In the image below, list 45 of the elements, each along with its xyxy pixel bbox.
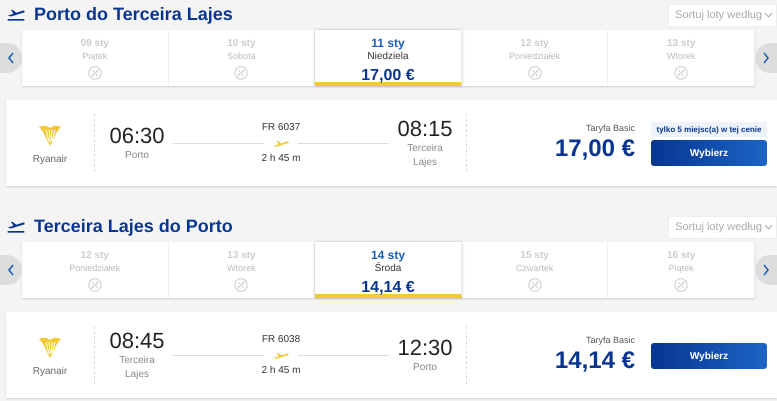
no-flight-icon (528, 278, 542, 292)
next-button[interactable] (755, 43, 777, 73)
arrival-city: Terceira Lajes (406, 142, 444, 170)
flight-number: FR 6038 (262, 334, 300, 345)
no-flight-icon (234, 66, 248, 80)
no-flight-icon (88, 66, 102, 80)
previous-button[interactable] (0, 255, 22, 285)
next-button[interactable] (755, 255, 777, 285)
flight-duration: 2 h 45 m (262, 365, 300, 376)
flight-number: FR 6037 (262, 122, 300, 133)
airline-name: Ryanair (32, 366, 68, 376)
select-button[interactable]: Wybierz (651, 140, 767, 166)
no-flight-icon (88, 278, 102, 292)
departure-time: 08:45 (109, 328, 165, 354)
no-flight-icon (674, 66, 688, 80)
no-flight-icon (528, 66, 542, 80)
chevron-icon (764, 224, 773, 230)
no-flight-icon (234, 278, 248, 292)
chevron-icon (764, 12, 773, 18)
arrival-time: 12:30 (397, 335, 453, 361)
departure-time: 06:30 (109, 123, 165, 149)
sort-dropdown[interactable]: Sortuj loty według (668, 216, 777, 238)
section-title: Porto do Terceira Lajes (34, 4, 233, 24)
fare-type: Taryfa Basic (586, 123, 635, 133)
airline-name: Ryanair (32, 154, 68, 164)
sort-dropdown[interactable]: Sortuj loty według (668, 4, 777, 26)
chevron-left-icon (7, 264, 15, 276)
flight-duration: 2 h 45 m (262, 153, 300, 164)
fare-price: 14,14 € (554, 347, 635, 375)
departure-city: Porto (124, 149, 150, 163)
select-button[interactable]: Wybierz (651, 343, 767, 369)
chevron-left-icon (7, 52, 15, 64)
chevron-right-icon (762, 52, 770, 64)
arrival-city: Porto (412, 361, 438, 375)
fare-price: 17,00 € (554, 135, 635, 163)
departure-city: Terceira Lajes (118, 354, 156, 382)
date-tab[interactable]: 11 sty Niedziela 17,00 € (315, 30, 462, 86)
date-tab[interactable]: 14 sty Środa 14,14 € (315, 242, 462, 298)
section-title: Terceira Lajes do Porto (34, 216, 233, 236)
previous-button[interactable] (0, 43, 22, 73)
chevron-right-icon (762, 264, 770, 276)
availability-badge: tylko 5 miejsc(a) w tej cenie (651, 122, 767, 137)
fare-type: Taryfa Basic (586, 335, 635, 345)
no-flight-icon (674, 278, 688, 292)
arrival-time: 08:15 (397, 116, 453, 142)
